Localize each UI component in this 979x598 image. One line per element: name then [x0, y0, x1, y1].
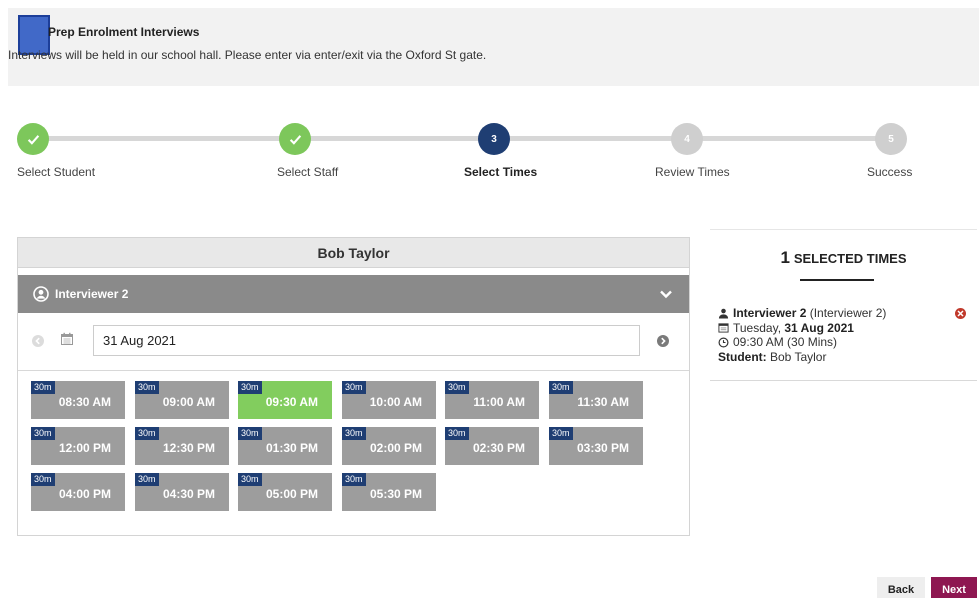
timeslot-time: 05:30 PM — [369, 487, 422, 501]
timeslot-button[interactable]: 30m 04:00 PM — [31, 473, 125, 511]
duration-badge: 30m — [342, 473, 366, 486]
step-2-label: Select Staff — [277, 165, 339, 179]
calendar-icon — [718, 323, 729, 333]
heading-underline — [800, 279, 874, 281]
step-1-label: Select Student — [17, 165, 96, 179]
timeslot-panel: Bob Taylor Interviewer 2 30m08:30 AM30m0… — [17, 237, 690, 536]
timeslot-button[interactable]: 30m 02:00 PM — [342, 427, 436, 465]
timeslot-time: 01:30 PM — [265, 441, 318, 455]
timeslot-time: 11:00 AM — [473, 395, 525, 409]
step-5-label: Success — [867, 165, 913, 179]
timeslot-time: 05:00 PM — [265, 487, 318, 501]
step-3-label: Select Times — [464, 165, 538, 179]
duration-badge: 30m — [342, 381, 366, 394]
duration-badge: 30m — [445, 381, 469, 394]
timeslot-button[interactable]: 30m 10:00 AM — [342, 381, 436, 419]
timeslot-time: 12:00 PM — [58, 441, 111, 455]
check-icon — [27, 134, 39, 145]
check-icon — [289, 134, 301, 145]
selected-times-heading: 1 SELECTED TIMES — [710, 248, 977, 268]
stepper-track — [32, 136, 892, 141]
duration-badge: 30m — [135, 473, 159, 486]
duration-badge: 30m — [31, 473, 55, 486]
timeslot-time: 09:00 AM — [162, 395, 215, 409]
divider — [710, 229, 977, 230]
booking-interviewer-detail: (Interviewer 2) — [809, 306, 887, 320]
previous-date-icon[interactable] — [32, 335, 44, 347]
timeslot-button[interactable]: 30m 08:30 AM — [31, 381, 125, 419]
timeslot-button[interactable]: 30m 02:30 PM — [445, 427, 539, 465]
duration-badge: 30m — [31, 381, 55, 394]
user-icon — [718, 308, 729, 319]
student-name-heading: Bob Taylor — [18, 238, 689, 268]
booking-student: Bob Taylor — [770, 349, 827, 364]
date-field[interactable] — [93, 325, 640, 356]
step-3-circle: 3 — [478, 123, 510, 155]
page-header: Prep Enrolment Interviews Interviews wil… — [8, 8, 979, 86]
booking-interviewer: Interviewer 2 — [733, 306, 807, 320]
interviewer-name: Interviewer 2 — [55, 287, 129, 301]
timeslot-button[interactable]: 30m 04:30 PM — [135, 473, 229, 511]
selected-count: 1 — [780, 248, 790, 267]
timeslot-time: 04:30 PM — [162, 487, 215, 501]
timeslot-time: 02:00 PM — [369, 441, 422, 455]
timeslot-button[interactable]: 30m 12:30 PM — [135, 427, 229, 465]
duration-badge: 30m — [135, 381, 159, 394]
timeslot-button[interactable]: 30m 05:00 PM — [238, 473, 332, 511]
booking-time: 09:30 AM (30 Mins) — [733, 335, 838, 349]
next-button[interactable]: Next — [931, 577, 977, 598]
timeslot-button[interactable]: 30m 03:30 PM — [549, 427, 643, 465]
booking-date: 31 Aug 2021 — [784, 320, 854, 335]
timeslot-button[interactable]: 30m 09:30 AM — [238, 381, 332, 419]
timeslot-time: 10:00 AM — [369, 395, 422, 409]
user-circle-icon — [33, 286, 49, 302]
timeslot-button[interactable]: 30m 12:00 PM — [31, 427, 125, 465]
timeslot-button[interactable]: 30m 05:30 PM — [342, 473, 436, 511]
booking-day: Tuesday, — [733, 320, 782, 335]
duration-badge: 30m — [238, 473, 262, 486]
divider — [710, 380, 977, 381]
duration-badge: 30m — [549, 381, 573, 394]
duration-badge: 30m — [445, 427, 469, 440]
step-5-circle: 5 — [875, 123, 907, 155]
remove-booking-icon[interactable] — [955, 308, 966, 319]
timeslot-button[interactable]: 30m 09:00 AM — [135, 381, 229, 419]
calendar-icon[interactable] — [60, 332, 74, 346]
event-title: Prep Enrolment Interviews — [48, 25, 200, 39]
timeslot-button[interactable]: 30m 11:00 AM — [445, 381, 539, 419]
booking-student-label: Student: — [718, 349, 767, 364]
timeslot-time: 02:30 PM — [472, 441, 525, 455]
selected-booking: Interviewer 2 (Interviewer 2) Tuesday, 3… — [718, 306, 886, 364]
timeslot-time: 09:30 AM — [265, 395, 318, 409]
event-description: Interviews will be held in our school ha… — [8, 48, 487, 62]
duration-badge: 30m — [135, 427, 159, 440]
step-1-circle[interactable] — [17, 123, 49, 155]
selected-times-label: SELECTED TIMES — [793, 251, 907, 266]
step-4-circle: 4 — [671, 123, 703, 155]
chevron-down-icon[interactable] — [659, 287, 673, 301]
timeslot-time: 08:30 AM — [58, 395, 111, 409]
timeslot-time: 12:30 PM — [162, 441, 215, 455]
duration-badge: 30m — [31, 427, 55, 440]
timeslot-time: 03:30 PM — [576, 441, 629, 455]
next-date-icon[interactable] — [657, 335, 669, 347]
back-button[interactable]: Back — [877, 577, 925, 598]
duration-badge: 30m — [549, 427, 573, 440]
duration-badge: 30m — [238, 427, 262, 440]
duration-badge: 30m — [238, 381, 262, 394]
timeslot-time: 04:00 PM — [58, 487, 111, 501]
interviewer-accordion[interactable]: Interviewer 2 — [18, 275, 689, 313]
duration-badge: 30m — [342, 427, 366, 440]
clock-icon — [718, 337, 729, 348]
step-4-label: Review Times — [655, 165, 730, 179]
timeslot-button[interactable]: 30m 01:30 PM — [238, 427, 332, 465]
date-navigator — [18, 315, 689, 371]
timeslot-time: 11:30 AM — [577, 395, 629, 409]
step-2-circle[interactable] — [279, 123, 311, 155]
timeslot-button[interactable]: 30m 11:30 AM — [549, 381, 643, 419]
